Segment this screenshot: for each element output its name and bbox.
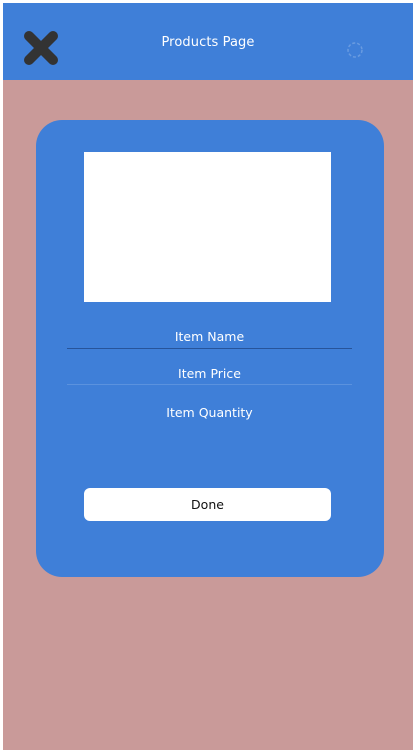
item-price-underline: [67, 384, 352, 385]
item-name-input[interactable]: Item Name: [67, 327, 352, 347]
product-form-card: Item Name Item Price Item Quantity Done: [36, 120, 384, 577]
item-quantity-input[interactable]: Item Quantity: [67, 403, 352, 423]
product-image-placeholder[interactable]: [84, 152, 331, 302]
products-screen: Products Page Item Name Item Price Item …: [3, 3, 413, 750]
done-button[interactable]: Done: [84, 488, 331, 521]
item-name-underline: [67, 348, 352, 349]
top-bar: Products Page: [3, 3, 413, 80]
item-price-input[interactable]: Item Price: [67, 364, 352, 384]
loading-spinner-icon: [346, 41, 364, 59]
